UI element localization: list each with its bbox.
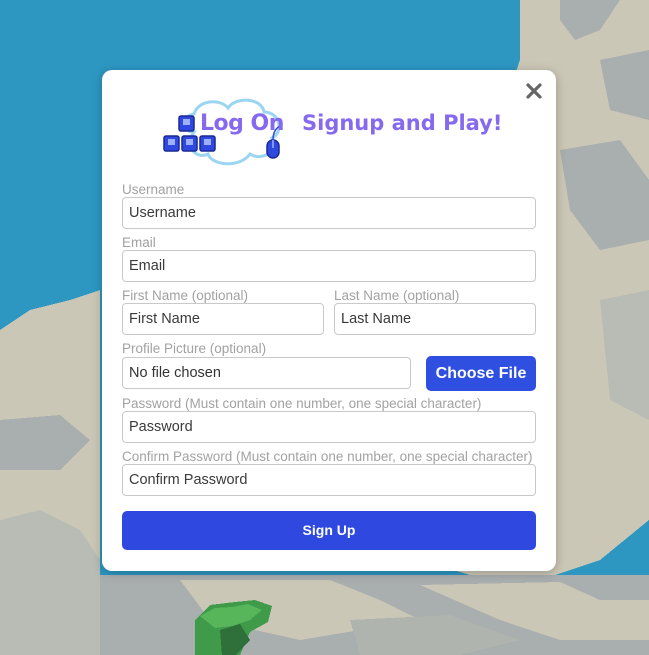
email-label: Email [122, 235, 156, 250]
password-label: Password (Must contain one number, one s… [122, 396, 482, 411]
password-input[interactable] [122, 411, 536, 443]
last-name-input[interactable] [334, 303, 536, 335]
confirm-password-input[interactable] [122, 464, 536, 496]
last-name-label: Last Name (optional) [334, 288, 460, 303]
logo-text: Log On [200, 111, 284, 136]
first-name-label: First Name (optional) [122, 288, 249, 303]
choose-file-button[interactable]: Choose File [426, 356, 536, 391]
sign-up-button[interactable]: Sign Up [122, 511, 536, 550]
username-input[interactable] [122, 197, 536, 229]
close-icon[interactable] [525, 82, 543, 100]
confirm-password-label: Confirm Password (Must contain one numbe… [122, 449, 533, 464]
file-status: No file chosen [122, 357, 411, 389]
email-input[interactable] [122, 250, 536, 282]
profile-picture-label: Profile Picture (optional) [122, 341, 267, 356]
username-label: Username [122, 182, 185, 197]
first-name-input[interactable] [122, 303, 324, 335]
tagline: Signup and Play! [302, 111, 503, 135]
signup-modal: Log On Signup and Play! Username Email F… [102, 70, 556, 571]
